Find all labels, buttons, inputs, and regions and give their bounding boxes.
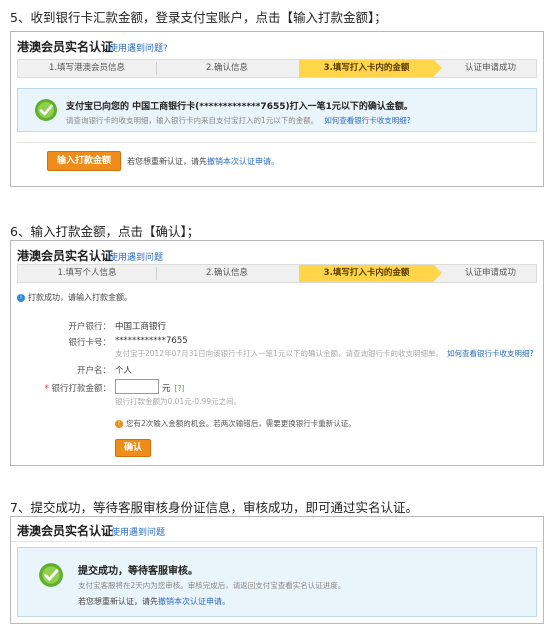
step7-panel: 港澳会员实名认证 使用遇到问题 提交成功，等待客服审核。 支付宝客服将在2天内为… [10, 516, 544, 624]
statement-help-link[interactable]: 如何查看银行卡收支明细? [324, 116, 410, 125]
progress-steps: 1.填写港澳会员信息 2.确认信息 3.填写打入卡内的金额 认证申请成功 [17, 59, 537, 78]
cancel-application-link[interactable]: 撤销本次认证申请。 [207, 157, 279, 166]
warning-icon: ! [115, 420, 123, 428]
step-item: 2.确认信息 [205, 268, 249, 278]
enter-amount-button[interactable]: 输入打款金额 [47, 151, 121, 171]
step-item: 认证申请成功 [464, 63, 516, 73]
resubmit-note: 若您想重新认证，请先撤销本次认证申请。 [78, 597, 230, 606]
amount-help[interactable]: [?] [175, 384, 185, 393]
panel-title: 港澳会员实名认证 [17, 524, 114, 538]
help-link[interactable]: 使用遇到问题 [109, 250, 163, 263]
info-box: 提交成功，等待客服审核。 支付宝客服将在2天内为您审核。审核完成后，请返回支付宝… [17, 547, 537, 617]
holder-value: 个人 [115, 366, 133, 376]
help-link[interactable]: 使用遇到问题? [109, 41, 168, 54]
panel-title: 港澳会员实名认证 [17, 249, 114, 263]
step-item: 1.填写港澳会员信息 [48, 63, 126, 73]
help-link[interactable]: 使用遇到问题 [111, 525, 165, 538]
confirm-message: 支付宝已向您的 中国工商银行卡(*************7655)打入一笔1元… [66, 102, 413, 112]
confirm-button[interactable]: 确认 [115, 439, 151, 457]
resubmit-note: 若您想重新认证，请先撤销本次认证申请。 [127, 157, 279, 166]
info-sub-message: 请查询银行卡的收支明细，输入银行卡内来自支付宝打入的1元以下的金额。 如何查看银行… [66, 116, 411, 125]
payment-notice: i 打款成功，请输入打款金额。 [17, 292, 132, 303]
holder-label: 开户名： [76, 366, 111, 376]
step-item: 认证申请成功 [464, 268, 516, 278]
statement-help-link[interactable]: 如何查看银行卡收支明细? [447, 349, 533, 358]
step5-panel: 港澳会员实名认证 使用遇到问题? 1.填写港澳会员信息 2.确认信息 3.填写打… [10, 31, 544, 187]
step6-panel: 港澳会员实名认证 使用遇到问题 1.填写个人信息 2.确认信息 3.填写打入卡内… [10, 240, 544, 466]
bank-label: 开户银行： [68, 322, 111, 332]
info-icon: i [17, 293, 25, 302]
card-number: ************7655 [115, 336, 188, 346]
step-item-active: 3.填写打入卡内的金额 [299, 265, 442, 282]
success-check-icon [39, 563, 63, 587]
cancel-application-link[interactable]: 撤销本次认证申请。 [158, 597, 230, 606]
step-item: 1.填写个人信息 [57, 268, 117, 278]
step5-heading: 5、收到银行卡汇款金额，登录支付宝账户，点击【输入打款金额】； [10, 10, 387, 25]
chances-note: ! 您有2次输入金额的机会。若两次输错后，需要更换银行卡重新认证。 [115, 418, 356, 429]
amount-unit: 元 [?] [162, 384, 185, 394]
step7-heading: 7、提交成功，等待客服审核身份证信息，审核成功，即可通过实名认证。 [10, 500, 418, 515]
amount-hint: 银行打款金额为0.01元-0.99元之间。 [115, 397, 242, 406]
submit-success-message: 提交成功，等待客服审核。 [78, 566, 198, 577]
progress-steps: 1.填写个人信息 2.确认信息 3.填写打入卡内的金额 认证申请成功 [17, 264, 537, 283]
card-label: 银行卡号： [68, 338, 111, 348]
success-check-icon [35, 99, 57, 121]
card-hint: 支付宝于2012年07月31日向该银行卡打入一笔1元以下的确认金额，请查询银行卡… [115, 349, 534, 358]
step6-heading: 6、输入打款金额，点击【确认】； [10, 224, 200, 239]
step-item: 2.确认信息 [205, 63, 249, 73]
info-box: 支付宝已向您的 中国工商银行卡(*************7655)打入一笔1元… [17, 88, 537, 132]
amount-label: * 银行打款金额： [44, 384, 111, 394]
step-item-active: 3.填写打入卡内的金额 [299, 60, 442, 77]
amount-input[interactable] [115, 379, 159, 394]
panel-title: 港澳会员实名认证 [17, 40, 114, 54]
review-info: 支付宝客服将在2天内为您审核。审核完成后，请返回支付宝查看实名认证进度。 [78, 581, 346, 590]
bank-value: 中国工商银行 [115, 322, 167, 332]
